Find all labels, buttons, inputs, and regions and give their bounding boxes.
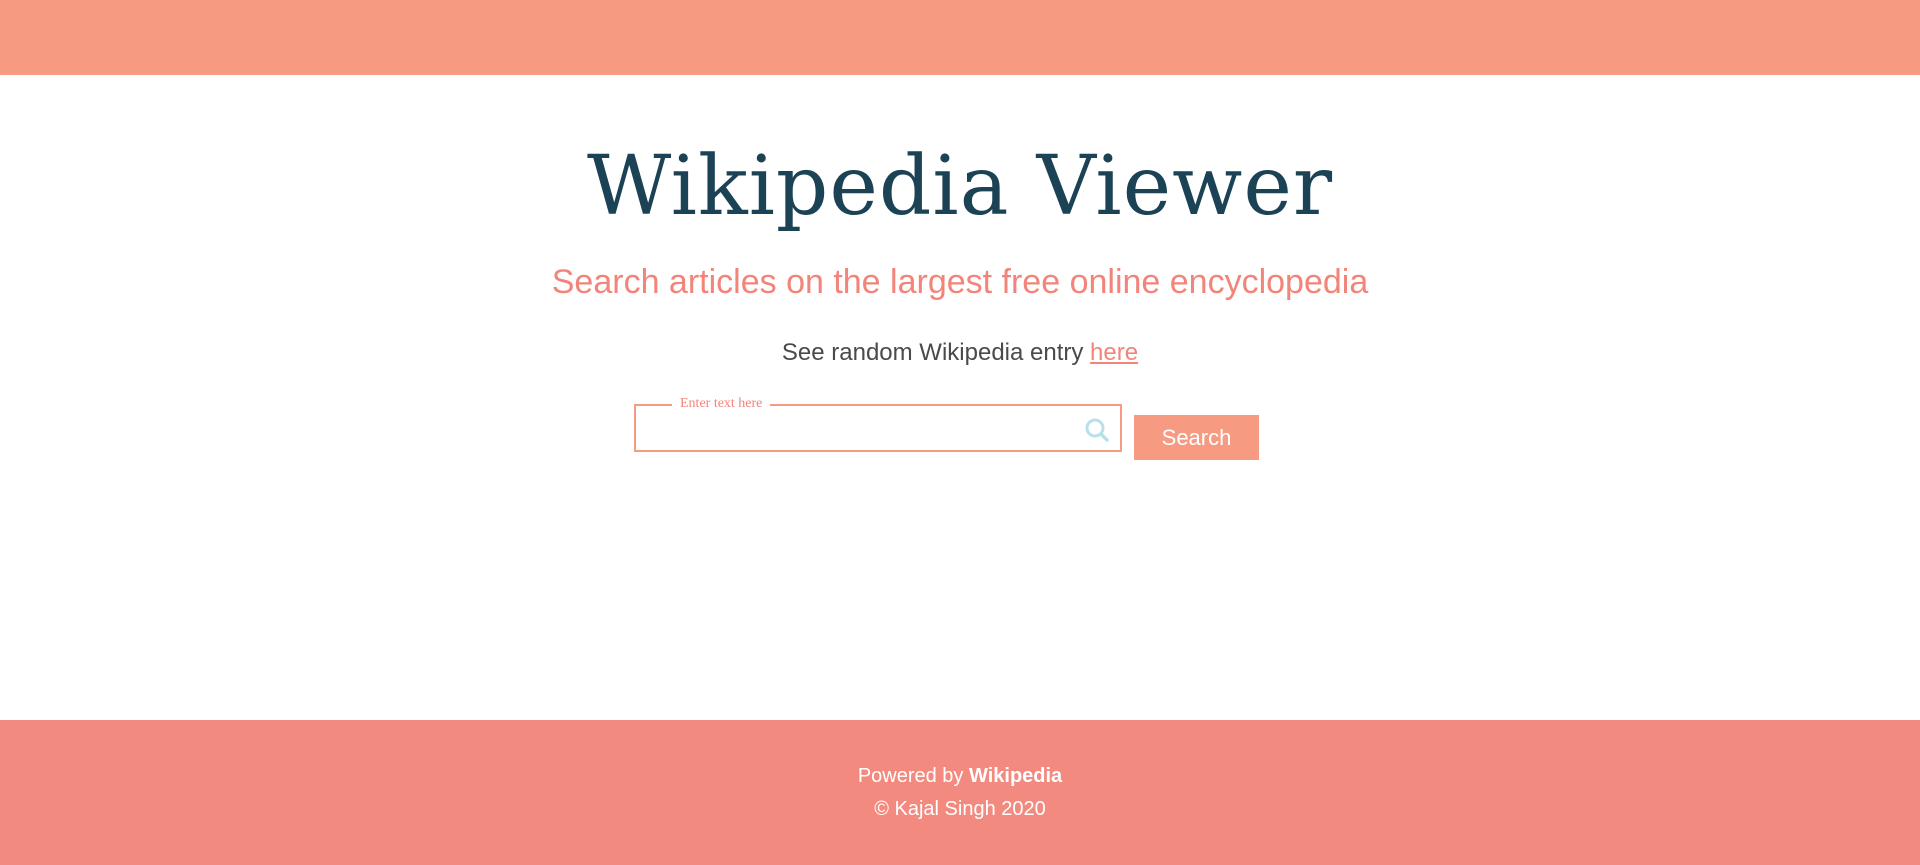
random-entry-line: See random Wikipedia entry here [0, 337, 1920, 369]
top-bar [0, 0, 1920, 75]
powered-by-text: Powered by [857, 765, 964, 787]
powered-by-line: Powered by Wikipedia [0, 762, 1920, 790]
search-icon[interactable] [1084, 417, 1110, 443]
random-entry-link[interactable]: here [1090, 339, 1138, 366]
main-content: Wikipedia Viewer Search articles on the … [0, 75, 1920, 720]
page-title: Wikipedia Viewer [586, 139, 1334, 234]
wikipedia-link[interactable]: Wikipedia [969, 765, 1062, 787]
copyright-text: © Kajal Singh 2020 [874, 798, 1046, 820]
search-button[interactable]: Search [1134, 415, 1259, 460]
search-input[interactable] [642, 412, 1066, 446]
search-field-legend: Enter text here [672, 395, 771, 413]
footer: Powered by Wikipedia © Kajal Singh 2020 [0, 720, 1920, 865]
search-field: Enter text here [634, 395, 1122, 452]
page-subtitle: Search articles on the largest free onli… [551, 263, 1369, 301]
random-entry-text: See random Wikipedia entry [781, 339, 1084, 366]
